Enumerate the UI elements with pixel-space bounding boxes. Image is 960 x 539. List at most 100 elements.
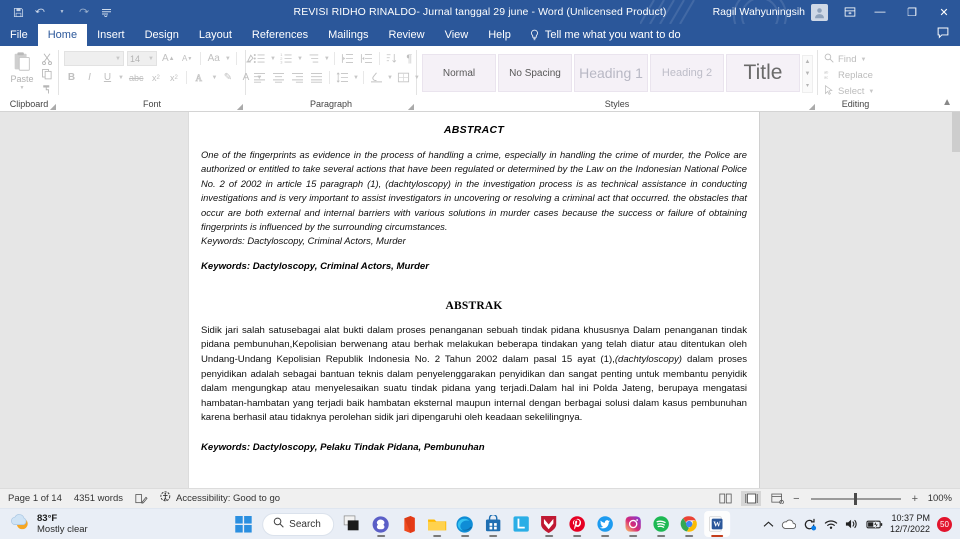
show-hidden-icons-chevron[interactable] [763,520,774,529]
taskbar-app-microsoft-edge[interactable] [452,511,478,537]
justify-icon[interactable] [308,70,325,85]
change-case-icon[interactable]: Aa [206,51,222,66]
taskbar-app-spotify[interactable] [648,511,674,537]
battery-charging-icon[interactable] [866,519,883,530]
zoom-slider-thumb[interactable] [853,492,857,505]
weather-widget[interactable]: 83°F Mostly clear [0,513,88,536]
paste-button[interactable]: Paste ▼ [5,51,39,91]
clock[interactable]: 10:37 PM 12/7/2022 [890,513,930,535]
copy-icon[interactable] [41,68,53,80]
comments-icon[interactable] [936,26,950,44]
text-effects-dropdown-icon[interactable]: ▼ [211,75,217,81]
strikethrough-button[interactable]: abc [127,70,146,85]
shrink-font-icon[interactable]: A ▼ [180,51,195,66]
taskbar-app-twitter[interactable] [592,511,618,537]
zoom-slider[interactable] [810,492,901,505]
save-icon[interactable] [8,3,28,22]
tell-me-search[interactable]: Tell me what you want to do [521,24,681,46]
taskbar-app-google-chrome[interactable] [676,511,702,537]
font-name-input[interactable]: ▼ [64,51,124,66]
increase-indent-icon[interactable] [358,51,375,66]
minimize-button[interactable]: — [864,0,896,24]
line-spacing-dropdown-icon[interactable]: ▼ [353,75,359,81]
bullets-dropdown-icon[interactable]: ▼ [270,56,276,62]
bold-button[interactable]: B [64,70,79,85]
paste-dropdown-icon[interactable]: ▼ [20,85,25,91]
text-effects-icon[interactable]: A [192,70,208,85]
replace-button[interactable]: ab ac Replace [824,69,874,82]
shading-icon[interactable] [368,70,385,85]
font-size-input[interactable]: 14 ▼ [127,51,157,66]
change-case-dropdown-icon[interactable]: ▼ [225,56,231,62]
numbering-icon[interactable]: 123 [278,51,295,66]
show-formatting-marks-icon[interactable]: ¶ [402,51,417,66]
style-no-spacing[interactable]: No Spacing [498,54,572,92]
tab-home[interactable]: Home [37,24,88,46]
gallery-more-icon[interactable]: ▾ [803,80,812,92]
taskbar-app-pinterest[interactable] [564,511,590,537]
line-spacing-icon[interactable] [334,70,351,85]
print-layout-icon[interactable] [741,491,762,506]
taskbar-app-microsoft-word[interactable]: W [703,511,730,537]
grow-font-icon[interactable]: A ▲ [160,51,177,66]
account-name[interactable]: Ragil Wahyuningsih [713,6,811,18]
sort-icon[interactable] [384,51,400,66]
taskbar-app-microsoft-teams[interactable] [368,511,394,537]
accessibility-status[interactable]: Accessibility: Good to go [160,491,280,506]
document-canvas[interactable]: ABSTRACT One of the fingerprints as evid… [0,112,960,488]
italic-button[interactable]: I [82,70,97,85]
close-button[interactable]: ✕ [928,0,960,24]
search-input[interactable]: Search [262,512,334,536]
undo-icon[interactable] [30,3,50,22]
tab-insert[interactable]: Insert [87,24,135,46]
shading-dropdown-icon[interactable]: ▼ [387,75,393,81]
underline-button[interactable]: U [100,70,115,85]
styles-gallery-scroll[interactable]: ▲ ▼ ▾ [802,55,813,93]
taskbar-app-instagram[interactable] [620,511,646,537]
ribbon-display-options-icon[interactable] [836,0,864,24]
taskbar-app-microsoft-office[interactable] [396,511,422,537]
document-page[interactable]: ABSTRACT One of the fingerprints as evid… [188,112,760,488]
notification-badge[interactable]: 50 [937,516,952,532]
format-painter-icon[interactable] [41,83,53,95]
taskbar-app-mcafee[interactable] [536,511,562,537]
taskbar-app-microsoft-store[interactable] [480,511,506,537]
zoom-in-button[interactable]: + [912,493,918,505]
wifi-icon[interactable] [824,519,838,530]
cut-icon[interactable] [41,53,53,65]
gallery-scroll-up-icon[interactable]: ▲ [803,56,812,68]
avatar[interactable] [811,3,828,21]
find-button[interactable]: Find ▼ [824,53,874,66]
style-heading-1[interactable]: Heading 1 [574,54,648,92]
vertical-scrollbar-thumb[interactable] [952,112,960,152]
word-count[interactable]: 4351 words [74,493,123,504]
zoom-out-button[interactable]: − [793,493,799,505]
align-center-icon[interactable] [270,70,287,85]
gallery-scroll-down-icon[interactable]: ▼ [803,68,812,80]
windows-update-icon[interactable] [803,518,817,531]
tab-mailings[interactable]: Mailings [318,24,378,46]
collapse-ribbon-icon[interactable]: ▲ [942,97,952,108]
undo-dropdown-icon[interactable]: ▼ [52,3,72,22]
zoom-level[interactable]: 100% [924,493,952,504]
tab-view[interactable]: View [435,24,479,46]
read-mode-icon[interactable] [715,491,735,506]
borders-icon[interactable] [395,70,412,85]
text-highlight-icon[interactable]: ✎ [220,70,235,85]
web-layout-icon[interactable] [767,491,787,506]
tab-file[interactable]: File [0,24,38,46]
numbering-dropdown-icon[interactable]: ▼ [297,56,303,62]
proofing-errors-icon[interactable] [135,493,148,505]
customize-qat-icon[interactable] [96,3,116,22]
multilevel-dropdown-icon[interactable]: ▼ [324,56,330,62]
start-button-icon[interactable] [230,511,256,537]
taskbar-app-task-view[interactable] [340,511,366,537]
volume-icon[interactable] [845,518,859,530]
superscript-button[interactable]: x2 [166,70,181,85]
tab-layout[interactable]: Layout [189,24,242,46]
select-button[interactable]: Select ▼ [824,85,874,98]
decrease-indent-icon[interactable] [339,51,356,66]
style-heading-2[interactable]: Heading 2 [650,54,724,92]
onedrive-icon[interactable] [781,519,796,530]
subscript-button[interactable]: x2 [148,70,163,85]
